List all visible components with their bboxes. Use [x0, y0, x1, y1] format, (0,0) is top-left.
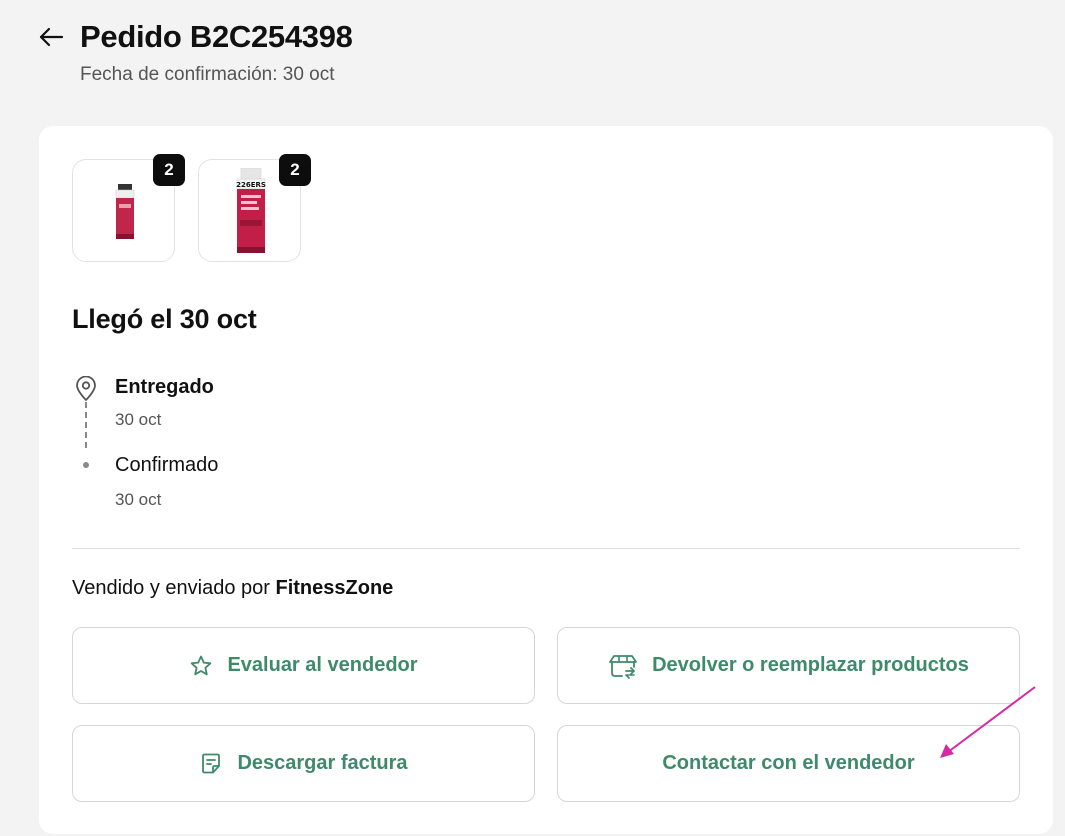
timeline-dot	[83, 462, 89, 468]
page-title: Pedido B2C254398	[80, 19, 353, 54]
seller-prefix: Vendido y enviado por	[72, 577, 270, 599]
order-card: 2 226ERS 2 Llegó el 30 oct Entregado 30 …	[39, 126, 1053, 834]
product-image	[114, 184, 136, 245]
location-pin-icon	[76, 376, 96, 402]
delivery-status-title: Llegó el 30 oct	[72, 304, 257, 334]
timeline-step-date: 30 oct	[115, 410, 162, 429]
seller-info: Vendido y enviado por FitnessZone	[72, 577, 393, 600]
seller-name: FitnessZone	[275, 577, 394, 599]
quantity-badge: 2	[279, 154, 311, 186]
product-thumbnail[interactable]: 226ERS 2	[198, 154, 311, 262]
contact-seller-label: Contactar con el vendedor	[662, 752, 915, 774]
document-icon	[202, 753, 221, 773]
divider	[72, 548, 1020, 549]
return-box-icon	[609, 654, 638, 679]
product-image: 226ERS	[234, 167, 268, 259]
return-replace-label: Devolver o reemplazar productos	[652, 654, 969, 676]
download-invoice-label: Descargar factura	[237, 752, 408, 774]
annotation-arrow	[940, 686, 1036, 758]
rate-seller-button[interactable]: Evaluar al vendedor	[72, 627, 535, 704]
timeline-connector	[85, 402, 87, 448]
download-invoice-button[interactable]: Descargar factura	[72, 725, 535, 802]
quantity-badge: 2	[153, 154, 185, 186]
back-arrow-icon	[39, 27, 64, 47]
star-icon	[191, 655, 212, 675]
back-button[interactable]	[37, 22, 65, 52]
product-brand-text: 226ERS	[236, 181, 266, 189]
timeline-step-label: Entregado	[115, 376, 214, 398]
timeline-step-date: 30 oct	[115, 490, 162, 509]
rate-seller-label: Evaluar al vendedor	[227, 654, 418, 676]
confirmation-date: Fecha de confirmación: 30 oct	[80, 64, 335, 85]
timeline-step-label: Confirmado	[115, 454, 219, 476]
product-thumbnail[interactable]: 2	[72, 154, 185, 262]
